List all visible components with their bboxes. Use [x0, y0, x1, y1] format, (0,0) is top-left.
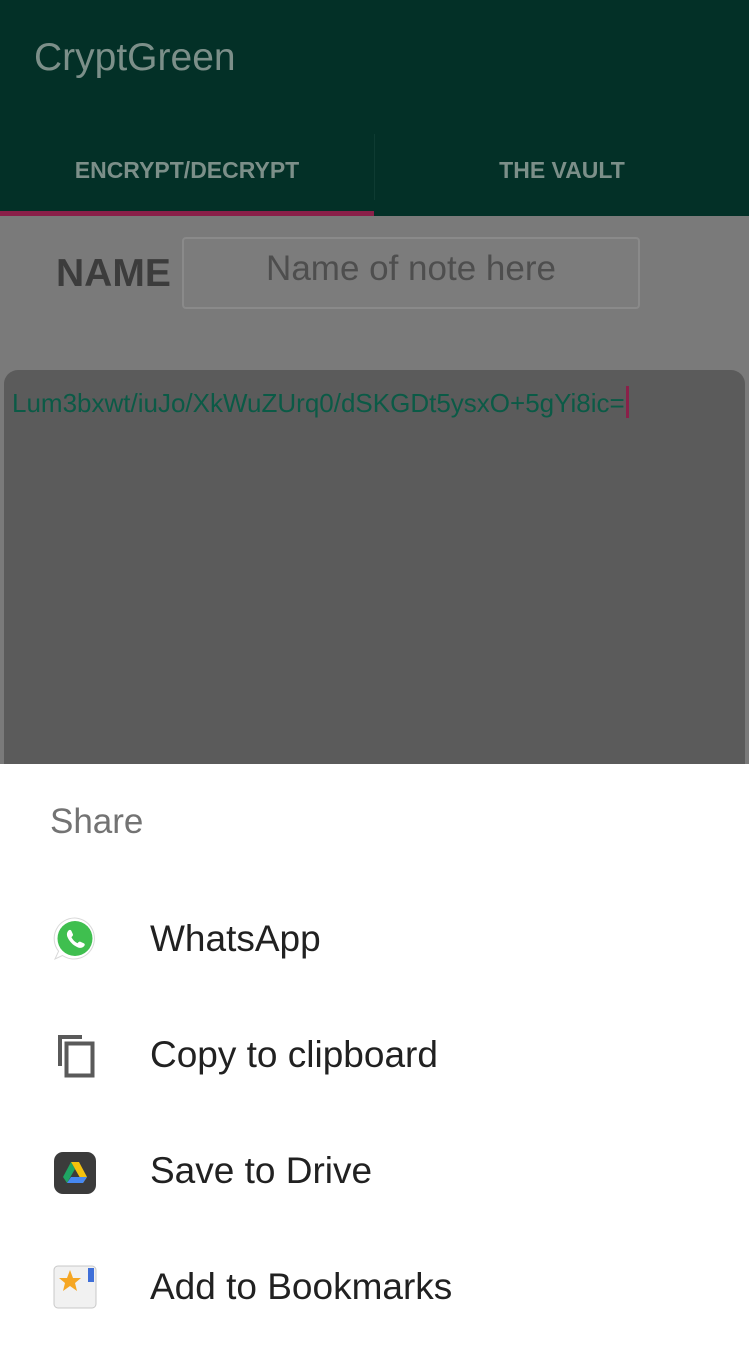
tab-the-vault[interactable]: THE VAULT [375, 124, 749, 216]
whatsapp-icon [52, 916, 98, 962]
share-option-whatsapp[interactable]: WhatsApp [0, 882, 749, 998]
text-cursor [625, 386, 629, 418]
note-name-input[interactable]: Name of note here [182, 237, 640, 309]
google-drive-icon [52, 1150, 98, 1196]
share-option-copy-to-clipboard[interactable]: Copy to clipboard [0, 998, 749, 1114]
copy-to-clipboard-label: Copy to clipboard [150, 1034, 438, 1075]
whatsapp-label: WhatsApp [150, 918, 321, 959]
name-label: NAME [56, 252, 171, 295]
tab-divider [374, 134, 375, 200]
copy-icon [52, 1032, 98, 1078]
add-to-bookmarks-label: Add to Bookmarks [150, 1266, 453, 1307]
app-toolbar: CryptGreen [0, 0, 749, 124]
note-text-content[interactable]: Lum3bxwt/iuJo/XkWuZUrq0/dSKGDt5ysxO+5gYi… [12, 386, 629, 419]
note-name-placeholder: Name of note here [266, 249, 556, 288]
save-to-drive-label: Save to Drive [150, 1150, 373, 1191]
cipher-text: Lum3bxwt/iuJo/XkWuZUrq0/dSKGDt5ysxO+5gYi… [12, 388, 625, 418]
share-option-save-to-drive[interactable]: Save to Drive [0, 1114, 749, 1230]
app-title: CryptGreen [34, 36, 236, 79]
share-sheet-title: Share [50, 802, 144, 841]
tab-encrypt-decrypt[interactable]: ENCRYPT/DECRYPT [0, 124, 374, 216]
share-option-add-to-bookmarks[interactable]: Add to Bookmarks [0, 1230, 749, 1346]
note-text-area[interactable] [4, 370, 745, 790]
bookmarks-icon [52, 1264, 98, 1310]
